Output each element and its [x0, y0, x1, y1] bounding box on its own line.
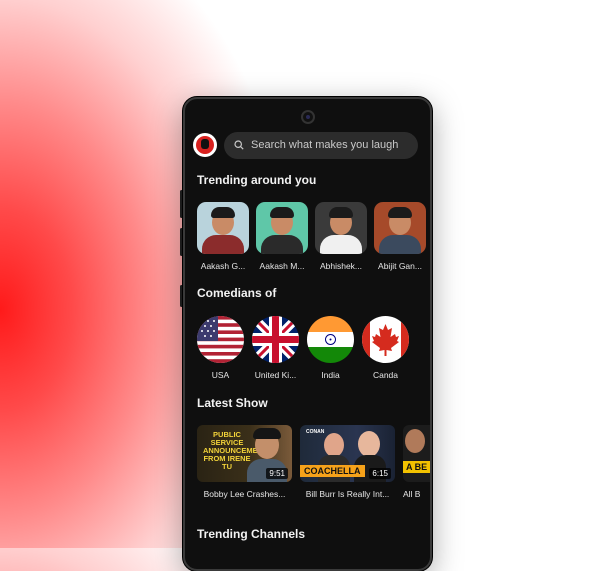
uk-flag-icon [252, 316, 299, 363]
comedian-photo [374, 202, 426, 254]
profile-icon [196, 136, 214, 154]
show-thumbnail: A BE [403, 425, 430, 482]
comedian-name: Aakash G... [200, 261, 246, 271]
front-camera [301, 110, 315, 124]
comedian-name: Aakash M... [259, 261, 305, 271]
comedian-card[interactable]: Abhishek... [315, 202, 367, 271]
section-title-trending: Trending around you [197, 173, 317, 187]
profile-avatar[interactable] [193, 133, 217, 157]
canada-flag-icon [362, 316, 409, 363]
phone-screen: Trending around you Aakash G... Aakash M… [183, 97, 432, 571]
duration-badge: 6:15 [369, 468, 391, 479]
thumbnail-text: PUBLIC SERVICE ANNOUNCEMENT FROM IRENE T… [203, 430, 268, 471]
comedian-name: Abijit Gan... [378, 261, 422, 271]
comedian-photo [197, 202, 249, 254]
show-title: Bobby Lee Crashes... [203, 489, 286, 499]
comedian-card[interactable]: Aakash M... [256, 202, 308, 271]
show-card[interactable]: A BE All B [403, 425, 430, 499]
country-card[interactable]: USA [197, 316, 244, 380]
duration-badge: 9:51 [266, 468, 288, 479]
search-icon [234, 140, 244, 150]
top-bar [193, 131, 418, 159]
comedian-photo [256, 202, 308, 254]
country-name: United Ki... [254, 370, 297, 380]
show-card[interactable]: CONAN COACHELLA 6:15 Bill Burr Is Really… [300, 425, 395, 499]
show-thumbnail: PUBLIC SERVICE ANNOUNCEMENT FROM IRENE T… [197, 425, 292, 482]
show-title: Bill Burr Is Really Int... [305, 489, 390, 499]
section-title-latest-show: Latest Show [197, 396, 268, 410]
comedian-card[interactable]: Abijit Gan... [374, 202, 426, 271]
trending-comedians-list: Aakash G... Aakash M... Abhishek... Abij… [197, 202, 430, 271]
latest-shows-list: PUBLIC SERVICE ANNOUNCEMENT FROM IRENE T… [197, 425, 430, 499]
thumbnail-text: A BE [403, 461, 430, 473]
section-title-trending-channels: Trending Channels [197, 527, 306, 541]
country-card[interactable]: United Ki... [252, 316, 299, 380]
comedian-name: Abhishek... [319, 261, 363, 271]
country-card[interactable]: Canda [362, 316, 409, 380]
country-name: India [321, 370, 340, 380]
show-title: All B [403, 489, 421, 499]
country-name: USA [211, 370, 230, 380]
country-name: Canda [372, 370, 399, 380]
country-card[interactable]: India [307, 316, 354, 380]
search-bar[interactable] [224, 131, 418, 159]
comedian-card[interactable]: Aakash G... [197, 202, 249, 271]
comedian-photo [315, 202, 367, 254]
countries-list: USA United Ki... India Canda [197, 316, 417, 380]
show-thumbnail: CONAN COACHELLA 6:15 [300, 425, 395, 482]
india-flag-icon [307, 316, 354, 363]
search-input[interactable] [251, 139, 411, 151]
thumbnail-text: COACHELLA [300, 465, 365, 477]
usa-flag-icon [197, 316, 244, 363]
section-title-comedians-of: Comedians of [197, 286, 277, 300]
show-card[interactable]: PUBLIC SERVICE ANNOUNCEMENT FROM IRENE T… [197, 425, 292, 499]
